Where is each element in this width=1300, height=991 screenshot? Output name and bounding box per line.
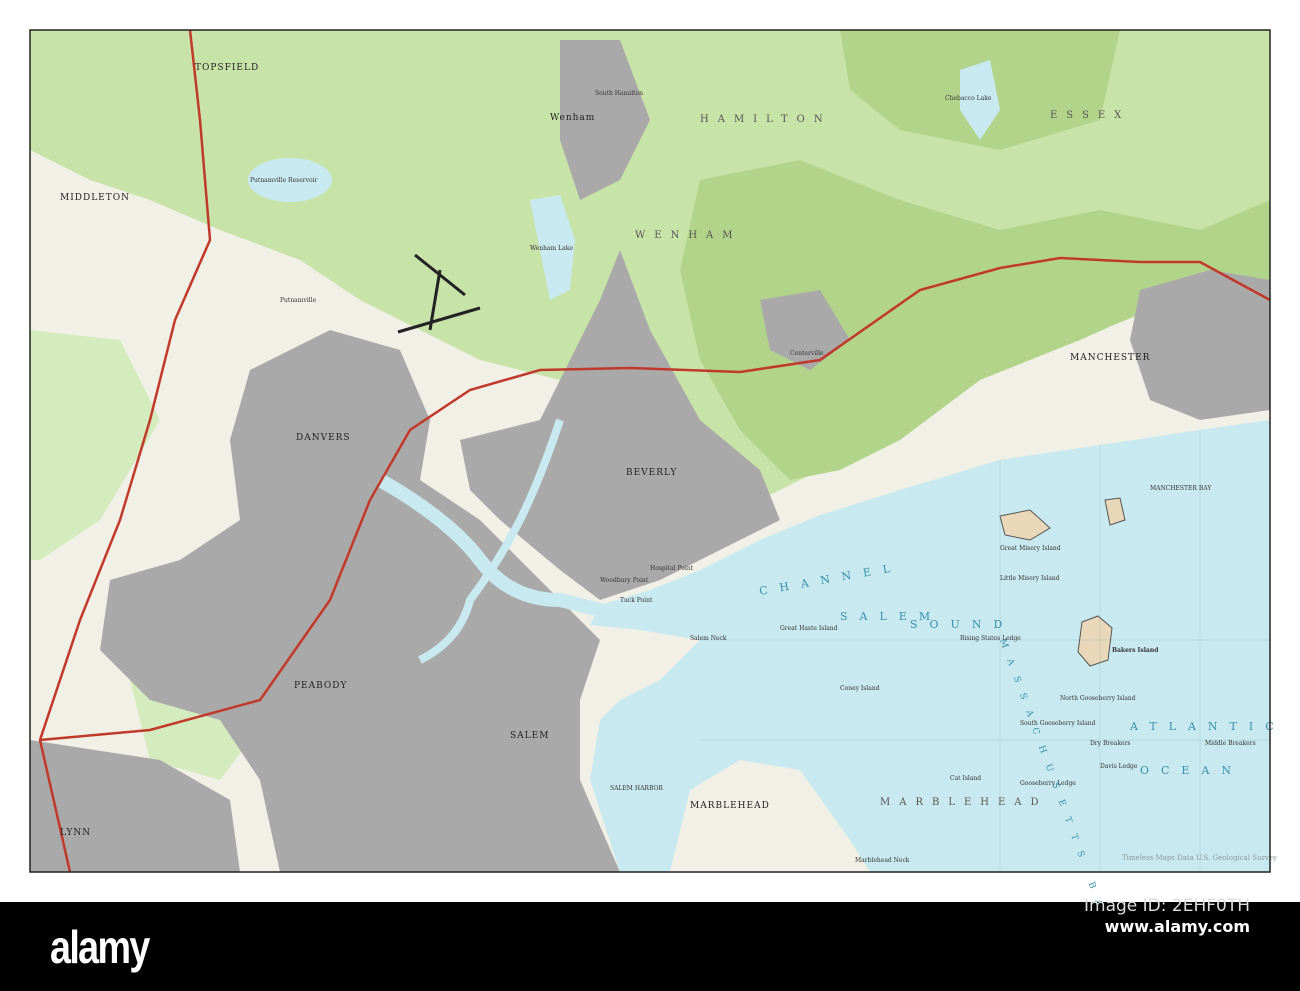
water-label: SOUND xyxy=(910,618,1014,631)
feature-label: Rising States Ledge xyxy=(960,635,1021,642)
town-label: Wenham xyxy=(550,113,595,123)
feature-label: Chebacco Lake xyxy=(945,95,992,102)
feature-label: Great Haste Island xyxy=(780,625,838,632)
topographic-map: TOPSFIELD MIDDLETON DANVERS PEABODY SALE… xyxy=(0,0,1300,902)
town-label: BEVERLY xyxy=(626,468,677,478)
town-label: DANVERS xyxy=(296,433,351,443)
feature-label: Davis Ledge xyxy=(1100,763,1138,770)
town-label: PEABODY xyxy=(294,681,348,691)
water-label: SALEM HARBOR xyxy=(610,785,663,792)
image-id: Image ID: 2EHF0TH xyxy=(1084,896,1250,916)
region-label: ESSEX xyxy=(1050,110,1130,121)
region-label: HAMILTON xyxy=(700,114,832,125)
feature-label: Little Misery Island xyxy=(1000,575,1060,582)
watermark-bar: alamy Image ID: 2EHF0TH www.alamy.com xyxy=(0,896,1300,991)
feature-label: Hospital Point xyxy=(650,565,694,572)
map-credit: Timeless Maps Data U.S. Geological Surve… xyxy=(1122,854,1277,862)
feature-label: Middle Breakers xyxy=(1205,740,1256,747)
town-label: Centerville xyxy=(790,350,824,357)
town-label: TOPSFIELD xyxy=(195,63,259,73)
town-label: MARBLEHEAD xyxy=(690,801,770,811)
town-label: Putnamville xyxy=(280,297,317,304)
town-label: MANCHESTER xyxy=(1070,353,1150,363)
town-label: SALEM xyxy=(510,731,549,741)
feature-label: Tuck Point xyxy=(620,597,653,604)
water-label: OCEAN xyxy=(1140,764,1243,777)
feature-label: Putnamville Reservoir xyxy=(250,177,318,184)
feature-label: Gooseberry Ledge xyxy=(1020,780,1076,787)
feature-label: Woodbury Point xyxy=(600,577,649,584)
site-url: www.alamy.com xyxy=(1104,917,1250,936)
map-frame: TOPSFIELD MIDDLETON DANVERS PEABODY SALE… xyxy=(29,29,1286,902)
region-label: WENHAM xyxy=(635,230,742,241)
feature-label: South Gooseberry Island xyxy=(1020,720,1096,727)
feature-label: North Gooseberry Island xyxy=(1060,695,1136,702)
town-label: MIDDLETON xyxy=(60,193,130,203)
region-label: MARBLEHEAD xyxy=(880,797,1048,808)
feature-label: Cat Island xyxy=(950,775,981,782)
feature-label: Bakers Island xyxy=(1112,647,1159,654)
town-label: South Hamilton xyxy=(595,90,643,97)
feature-label: Great Misery Island xyxy=(1000,545,1061,552)
water-label: MANCHESTER BAY xyxy=(1150,485,1212,492)
water-label: ATLANTIC xyxy=(1129,720,1286,733)
town-label: Marblehead Neck xyxy=(855,857,910,864)
urban-area xyxy=(1130,270,1270,420)
feature-label: Coney Island xyxy=(840,685,880,692)
bakers-island xyxy=(1077,615,1113,667)
feature-label: Wenham Lake xyxy=(530,245,573,252)
feature-label: Dry Breakers xyxy=(1090,740,1131,747)
alamy-logo: alamy xyxy=(50,921,150,973)
town-label: LYNN xyxy=(60,828,91,838)
town-label: Salem Neck xyxy=(690,635,727,642)
